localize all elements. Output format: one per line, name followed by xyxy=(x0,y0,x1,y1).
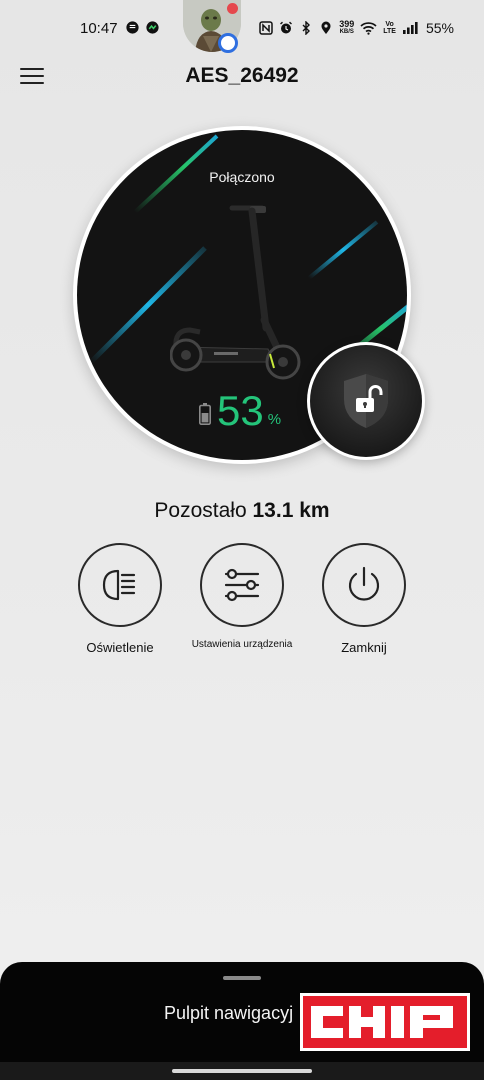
action-device-settings: Ustawienia urządzenia xyxy=(172,543,312,650)
location-icon xyxy=(321,21,331,34)
unlocked-shield-icon xyxy=(344,374,388,428)
remaining-range-value: 13.1 km xyxy=(252,499,330,522)
power-icon xyxy=(348,566,380,601)
message-icon xyxy=(126,21,139,34)
battery-icon xyxy=(199,403,211,425)
volte-indicator: Vo LTE xyxy=(383,21,396,35)
status-bar: 10:47 399 KB/S Vo LTE 55% xyxy=(0,0,484,56)
chip-logo-icon xyxy=(311,1006,453,1038)
home-gesture-pill[interactable] xyxy=(172,1069,312,1073)
wifi-icon xyxy=(360,22,377,35)
scooter-image xyxy=(170,205,301,380)
device-name-title: AES_26492 xyxy=(185,64,299,87)
remaining-range-label: Pozostało xyxy=(154,499,247,522)
battery-level-unit: % xyxy=(267,411,282,428)
device-settings-label: Ustawienia urządzenia xyxy=(191,639,293,650)
battery-percent: 55% xyxy=(425,20,454,36)
network-speed: 399 KB/S xyxy=(339,20,354,36)
volte-top: Vo xyxy=(385,21,394,28)
bluetooth-icon xyxy=(302,21,311,35)
connection-status: Połączono xyxy=(209,169,275,185)
signal-icon xyxy=(402,22,418,34)
status-right-icons: 399 KB/S Vo LTE 55% xyxy=(259,17,454,39)
volte-bottom: LTE xyxy=(383,28,396,35)
chip-watermark-logo xyxy=(300,993,470,1051)
status-time: 10:47 xyxy=(80,20,118,37)
lighting-label: Oświetlenie xyxy=(86,640,154,655)
device-settings-button[interactable] xyxy=(200,543,284,627)
remaining-range: Pozostało 13.1 km xyxy=(0,499,484,523)
lock-toggle-button[interactable] xyxy=(307,342,425,460)
sliders-icon xyxy=(224,568,260,602)
action-close: Zamknij xyxy=(294,543,434,655)
scooter-battery: 53 % xyxy=(199,390,281,432)
notification-dot xyxy=(227,3,238,14)
close-power-button[interactable] xyxy=(322,543,406,627)
system-nav-bar xyxy=(0,1062,484,1080)
alarm-icon xyxy=(280,21,293,34)
battery-level-value: 53 xyxy=(217,387,264,434)
sheet-drag-handle[interactable] xyxy=(223,976,261,980)
network-speed-unit: KB/S xyxy=(339,29,354,35)
network-speed-value: 399 xyxy=(339,19,355,29)
action-lighting: Oświetlenie xyxy=(50,543,190,655)
avatar-badge xyxy=(218,33,238,53)
close-label: Zamknij xyxy=(341,640,387,655)
nfc-icon xyxy=(259,21,273,35)
headlight-icon xyxy=(102,569,136,601)
lighting-button[interactable] xyxy=(78,543,162,627)
sheet-title: Pulpit nawigacyj xyxy=(164,1003,294,1023)
app-notification-icon xyxy=(146,21,159,34)
lock-toggle-face xyxy=(310,345,422,457)
